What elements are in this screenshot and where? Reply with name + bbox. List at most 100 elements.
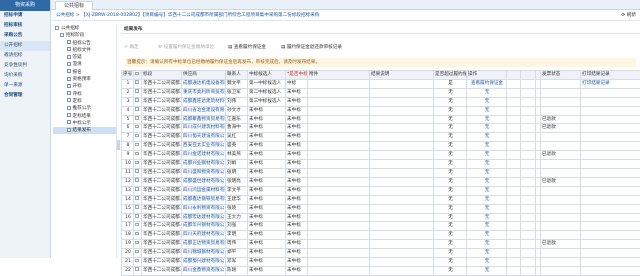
row-checkbox[interactable]	[135, 259, 139, 263]
tree-node[interactable]: 定标结果	[53, 113, 116, 120]
row-checkbox[interactable]	[135, 187, 139, 191]
table-cell[interactable]	[581, 124, 640, 133]
table-cell[interactable]: 四川锦城钢材有限公司	[182, 249, 226, 258]
table-cell[interactable]	[581, 231, 640, 240]
table-cell[interactable]	[581, 115, 640, 124]
row-checkbox[interactable]	[135, 107, 139, 111]
sidebar-item[interactable]: 单一来源	[0, 81, 50, 91]
table-cell[interactable]: 无	[467, 168, 507, 177]
row-checkbox[interactable]	[135, 116, 139, 120]
sidebar-item[interactable]: 采购公告	[0, 31, 50, 41]
table-cell[interactable]: 无	[467, 106, 507, 115]
tree-node[interactable]: 推荐公示	[53, 105, 116, 112]
row-checkbox[interactable]	[135, 125, 139, 129]
table-cell[interactable]	[581, 266, 640, 275]
refresh-button[interactable]: ⟳ 刷新	[621, 10, 636, 21]
sidebar-item[interactable]: 邀请招标	[0, 51, 50, 61]
row-checkbox[interactable]	[135, 205, 139, 209]
table-cell[interactable]	[581, 258, 640, 267]
table-cell[interactable]: 成都蜀兴建材有限公司	[182, 258, 226, 267]
sidebar-item[interactable]: 合同管理	[0, 91, 50, 101]
table-cell[interactable]: 无	[467, 240, 507, 249]
table-cell[interactable]: 四川省冶金建设有限公...	[182, 106, 226, 115]
table-row[interactable]: 20华西十二公司成都...四川锦城钢材有限公司郑平未中标未中标无无	[122, 249, 640, 258]
row-checkbox[interactable]	[135, 161, 139, 165]
table-cell[interactable]: 重庆市奥利昕商贸有限...	[182, 88, 226, 97]
table-cell[interactable]: 成都鑫旺达建筑材料有...	[182, 97, 226, 106]
table-cell[interactable]: 无	[467, 97, 507, 106]
table-cell[interactable]	[581, 213, 640, 222]
table-row[interactable]: 14华西十二公司成都...成都鑫达钢铁贸易有限...王建华未中标未中标无无	[122, 195, 640, 204]
table-cell[interactable]	[581, 240, 640, 249]
table-cell[interactable]: 无	[467, 213, 507, 222]
table-cell[interactable]: 无	[467, 258, 507, 267]
table-cell[interactable]: 成都通达机电设备有限...	[182, 79, 226, 88]
sidebar-item[interactable]: 招标申请	[0, 11, 50, 21]
table-row[interactable]: 16华西十二公司成都...成都宏达建材有限公司王大力未中标未中标无无	[122, 213, 640, 222]
table-cell[interactable]: 四川盛和物资有限公司	[182, 168, 226, 177]
table-cell[interactable]	[581, 142, 640, 151]
table-cell[interactable]: 打印结果记录	[581, 79, 640, 88]
table-cell[interactable]	[581, 168, 640, 177]
row-checkbox[interactable]	[135, 143, 139, 147]
table-cell[interactable]: 无	[467, 195, 507, 204]
table-cell[interactable]	[581, 160, 640, 169]
table-cell[interactable]: 四川金鼎物资有限公司	[182, 266, 226, 275]
table-row[interactable]: 17华西十二公司成都...成都华兴钢材有限公司刘强未中标未中标无无	[122, 222, 640, 231]
table-cell[interactable]: 四川金诺建材有限公司	[182, 151, 226, 160]
table-row[interactable]: 21华西十二公司成都...成都蜀兴建材有限公司邓军未中标未中标无无	[122, 258, 640, 267]
table-cell[interactable]	[581, 151, 640, 160]
table-cell[interactable]: 四川成兴建筑材料有限...	[182, 124, 226, 133]
table-cell[interactable]	[581, 249, 640, 258]
table-cell[interactable]: 无	[467, 249, 507, 258]
row-checkbox[interactable]	[135, 214, 139, 218]
table-cell[interactable]: 无	[467, 204, 507, 213]
tree-node[interactable]: 中标公示	[53, 120, 116, 127]
confirm-button[interactable]: ✔ 确定	[124, 43, 139, 52]
tab-public-bidding[interactable]: 公共招标	[55, 1, 93, 10]
sidebar-item[interactable]: 公开招标	[0, 41, 50, 51]
table-cell[interactable]: 无	[467, 160, 507, 169]
table-cell[interactable]: 无	[467, 222, 507, 231]
row-checkbox[interactable]	[135, 232, 139, 236]
table-cell[interactable]	[581, 133, 640, 142]
table-row[interactable]: 7华西十二公司成都...四川蜀天建设有限公司吴红未中标未中标无无	[122, 133, 640, 142]
table-cell[interactable]: 无	[467, 124, 507, 133]
table-cell[interactable]: 四川永利物资有限公司	[182, 204, 226, 213]
row-checkbox[interactable]	[135, 89, 139, 93]
table-row[interactable]: 13华西十二公司成都...四川鸿运金属材料有限...李文平未中标未中标无无	[122, 186, 640, 195]
tree-node[interactable]: 公共招标	[53, 25, 116, 32]
table-cell[interactable]: 成都宏达建材有限公司	[182, 213, 226, 222]
table-cell[interactable]: 成都兴业钢材有限公司	[182, 160, 226, 169]
table-cell[interactable]	[581, 88, 640, 97]
table-cell[interactable]: 四川鸿运金属材料有限...	[182, 186, 226, 195]
table-row[interactable]: 2华西十二公司成都...重庆市奥利昕商贸有限...张卫军第二中标候选人未中标无无	[122, 88, 640, 97]
table-cell[interactable]: 成都聚鑫物资贸易有限...	[182, 115, 226, 124]
table-cell[interactable]: 无	[467, 151, 507, 160]
select-all-checkbox[interactable]	[135, 72, 139, 76]
set-deposit-button[interactable]: ⚙ 设置履约保证金缴纳单位	[158, 43, 214, 52]
row-checkbox[interactable]	[135, 196, 139, 200]
sidebar-item[interactable]: 询价采购	[0, 71, 50, 81]
row-checkbox[interactable]	[135, 134, 139, 138]
row-checkbox[interactable]	[135, 250, 139, 254]
splitter-handle[interactable]	[117, 140, 120, 150]
tree-node[interactable]: 开标	[53, 83, 116, 90]
table-cell[interactable]	[581, 186, 640, 195]
tree-node[interactable]: 招标阶段	[53, 32, 116, 39]
table-cell[interactable]: 四川天府建材有限公司	[182, 231, 226, 240]
table-cell[interactable]: 四川蜀天建设有限公司	[182, 133, 226, 142]
tree-node[interactable]: 答疑	[53, 54, 116, 61]
table-row[interactable]: 18华西十二公司成都...四川天府建材有限公司李明未中标未中标无无	[122, 231, 640, 240]
table-row[interactable]: 12华西十二公司成都...成都盛世建材有限公司张明亮未中标未中标无无已退款	[122, 177, 640, 186]
table-row[interactable]: 6华西十二公司成都...四川成兴建筑材料有限...曹海中未中标未中标无无已退款	[122, 124, 640, 133]
table-cell[interactable]: 成都正达物资贸易有限...	[182, 240, 226, 249]
table-row[interactable]: 8华西十二公司成都...西安亚太实业有限公司盛英未中标未中标无无	[122, 142, 640, 151]
table-row[interactable]: 9华西十二公司成都...四川金诺建材有限公司林美燕未中标未中标无无已退款	[122, 151, 640, 160]
table-cell[interactable]	[581, 177, 640, 186]
tree-node[interactable]: 报名	[53, 69, 116, 76]
tree-node[interactable]: 澄清	[53, 61, 116, 68]
table-row[interactable]: 22华西十二公司成都...四川金鼎物资有限公司陈刚未中标未中标无无	[122, 266, 640, 275]
table-row[interactable]: 11华西十二公司成都...四川盛和物资有限公司张明未中标未中标无无	[122, 168, 640, 177]
table-row[interactable]: 5华西十二公司成都...成都聚鑫物资贸易有限...江嘉乐未中标未中标无无已退款	[122, 115, 640, 124]
